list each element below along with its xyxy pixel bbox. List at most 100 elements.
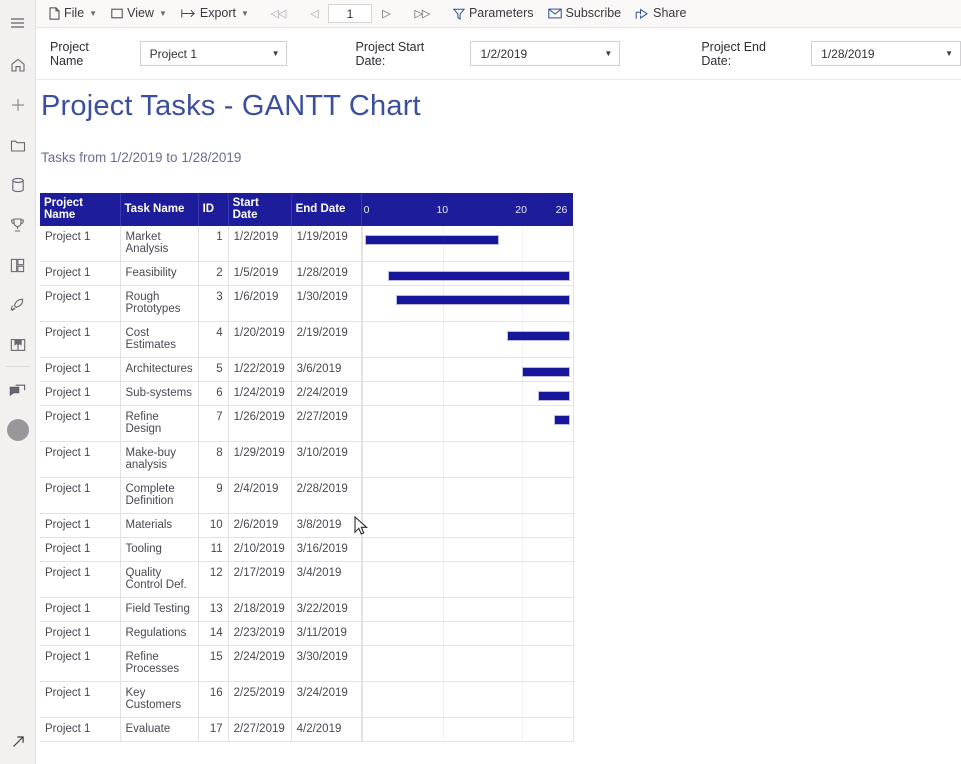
gridline — [522, 682, 524, 717]
export-menu-label: Export — [199, 6, 237, 21]
cell-project-name: Project 1 — [40, 405, 121, 442]
cell-gantt — [361, 261, 574, 286]
prev-page-button[interactable]: ◁ — [302, 4, 326, 24]
col-header-task-name[interactable]: Task Name — [120, 193, 199, 226]
page-subtitle: Tasks from 1/2/2019 to 1/28/2019 — [41, 150, 242, 165]
menu-icon[interactable] — [3, 8, 33, 38]
deployment-icon[interactable] — [3, 290, 33, 320]
table-row[interactable]: Project 1 Feasibility 2 1/5/2019 1/28/2019 — [40, 261, 574, 286]
col-header-start-date[interactable]: Start Date — [228, 193, 292, 226]
cell-project-name: Project 1 — [40, 441, 121, 478]
last-page-button[interactable]: ▷▷ — [410, 4, 434, 24]
gantt-bar[interactable] — [388, 271, 570, 281]
project-name-select[interactable]: Project 1 ▼ — [139, 41, 288, 66]
cell-project-name: Project 1 — [40, 226, 121, 262]
gantt-bar[interactable] — [506, 331, 570, 341]
file-menu-button[interactable]: File ▼ — [42, 0, 104, 28]
end-date-select[interactable]: 1/28/2019 ▼ — [811, 41, 961, 66]
cell-gantt — [361, 226, 574, 262]
chart-left-border — [361, 262, 363, 285]
new-icon[interactable] — [3, 90, 33, 120]
cell-id: 2 — [198, 261, 229, 286]
col-header-end-date[interactable]: End Date — [291, 193, 362, 226]
cell-task-name: Complete Definition — [120, 477, 199, 514]
gridline — [443, 562, 445, 597]
cell-project-name: Project 1 — [40, 477, 121, 514]
chevron-down-icon: ▼ — [241, 9, 249, 18]
cell-task-name: Refine Design — [120, 405, 199, 442]
col-header-id[interactable]: ID — [198, 193, 229, 226]
expand-icon[interactable] — [3, 726, 33, 756]
cell-id: 13 — [198, 597, 229, 622]
table-row[interactable]: Project 1 Tooling 11 2/10/2019 3/16/2019 — [40, 537, 574, 562]
gantt-bar[interactable] — [538, 391, 570, 401]
cell-task-name: Cost Estimates — [120, 321, 199, 358]
chart-left-border — [361, 358, 363, 381]
table-row[interactable]: Project 1 Rough Prototypes 3 1/6/2019 1/30/2… — [40, 285, 574, 322]
end-date-value: 1/28/2019 — [821, 46, 875, 61]
start-date-select[interactable]: 1/2/2019 ▼ — [470, 41, 621, 66]
file-menu-label: File — [64, 6, 85, 21]
learn-icon[interactable] — [3, 330, 33, 360]
cell-end-date: 1/28/2019 — [291, 261, 362, 286]
cell-gantt — [361, 405, 574, 442]
export-menu-button[interactable]: Export ▼ — [174, 0, 256, 28]
table-row[interactable]: Project 1 Regulations 14 2/23/2019 3/11/2019 — [40, 621, 574, 646]
start-date-value: 1/2/2019 — [480, 46, 528, 61]
table-row[interactable]: Project 1 Materials 10 2/6/2019 3/8/2019 — [40, 513, 574, 538]
col-header-project-name[interactable]: Project Name — [40, 193, 121, 226]
first-page-button[interactable]: ◁◁ — [266, 4, 290, 24]
cell-id: 8 — [198, 441, 229, 478]
gantt-bar[interactable] — [364, 235, 499, 245]
data-hub-icon[interactable] — [3, 170, 33, 200]
trophy-icon[interactable] — [3, 210, 33, 240]
table-row[interactable]: Project 1 Refine Design 7 1/26/2019 2/27/201… — [40, 405, 574, 442]
apps-icon[interactable] — [3, 250, 33, 280]
folder-icon[interactable] — [3, 130, 33, 160]
cell-end-date: 2/19/2019 — [291, 321, 362, 358]
table-row[interactable]: Project 1 Make-buy analysis 8 1/29/2019 3/10… — [40, 441, 574, 478]
cell-end-date: 1/30/2019 — [291, 285, 362, 322]
table-header-row: Project Name Task Name ID Start Date End… — [40, 193, 574, 226]
cell-task-name: Make-buy analysis — [120, 441, 199, 478]
table-row[interactable]: Project 1 Market Analysis 1 1/2/2019 1/19/20… — [40, 226, 574, 262]
next-page-button[interactable]: ▷ — [374, 4, 398, 24]
avatar[interactable] — [3, 415, 33, 445]
table-row[interactable]: Project 1 Architectures 5 1/22/2019 3/6/2019 — [40, 357, 574, 382]
table-row[interactable]: Project 1 Key Customers 16 2/25/2019 3/24/20… — [40, 681, 574, 718]
subscribe-button[interactable]: Subscribe — [541, 0, 629, 28]
cell-task-name: Rough Prototypes — [120, 285, 199, 322]
table-row[interactable]: Project 1 Sub-systems 6 1/24/2019 2/24/2019 — [40, 381, 574, 406]
share-button[interactable]: Share — [628, 0, 693, 28]
table-row[interactable]: Project 1 Refine Processes 15 2/24/2019 3/30… — [40, 645, 574, 682]
cell-end-date: 4/2/2019 — [291, 717, 362, 742]
cell-project-name: Project 1 — [40, 645, 121, 682]
cell-start-date: 1/20/2019 — [228, 321, 292, 358]
cell-end-date: 3/6/2019 — [291, 357, 362, 382]
rail-divider — [5, 366, 30, 367]
table-row[interactable]: Project 1 Cost Estimates 4 1/20/2019 2/19/20… — [40, 321, 574, 358]
gantt-bar[interactable] — [553, 415, 570, 425]
home-icon[interactable] — [3, 50, 33, 80]
gantt-bar[interactable] — [396, 295, 570, 305]
cell-task-name: Quality Control Def. — [120, 561, 199, 598]
parameters-label: Parameters — [468, 6, 534, 21]
workspaces-icon[interactable] — [3, 375, 33, 405]
cell-start-date: 2/6/2019 — [228, 513, 292, 538]
parameters-button[interactable]: Parameters — [446, 0, 541, 28]
gridline — [522, 442, 524, 477]
chevron-down-icon: ▼ — [271, 49, 280, 58]
view-menu-button[interactable]: View ▼ — [104, 0, 174, 28]
gantt-bar[interactable] — [522, 367, 570, 377]
page-number-input[interactable] — [327, 4, 372, 23]
table-row[interactable]: Project 1 Quality Control Def. 12 2/17/2019… — [40, 561, 574, 598]
table-row[interactable]: Project 1 Field Testing 13 2/18/2019 3/22/20… — [40, 597, 574, 622]
gridline — [443, 406, 445, 441]
end-date-label: Project End Date: — [701, 39, 766, 68]
cell-project-name: Project 1 — [40, 285, 121, 322]
table-row[interactable]: Project 1 Evaluate 17 2/27/2019 4/2/2019 — [40, 717, 574, 742]
chart-left-border — [361, 718, 363, 741]
cell-end-date: 2/28/2019 — [291, 477, 362, 514]
chart-left-border — [361, 322, 363, 357]
table-row[interactable]: Project 1 Complete Definition 9 2/4/2019 2/2… — [40, 477, 574, 514]
